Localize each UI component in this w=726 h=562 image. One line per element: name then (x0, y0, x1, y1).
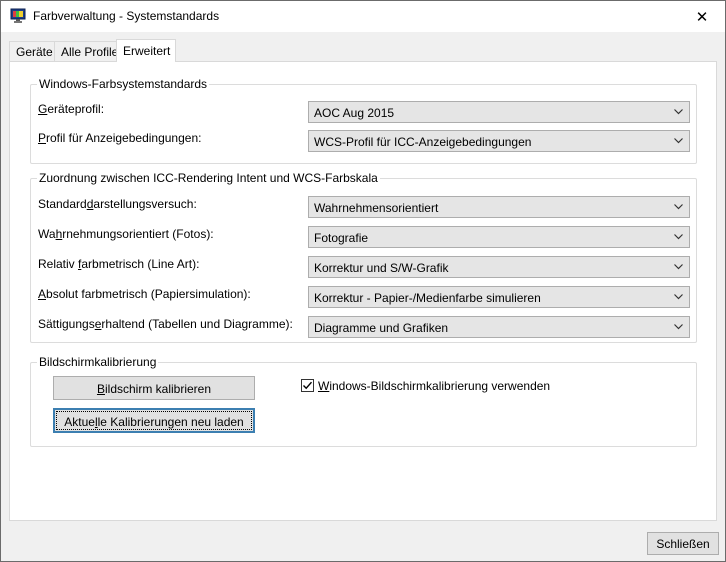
chevron-down-icon (674, 109, 683, 115)
dialog-window: Farbverwaltung - Systemstandards ✕ Gerät… (0, 0, 726, 562)
dropdown-value: WCS-Profil für ICC-Anzeigebedingungen (314, 135, 532, 149)
default-rendering-intent-dropdown[interactable]: Wahrnehmensorientiert (308, 196, 690, 218)
tab-all-profiles-label: Alle Profile (61, 45, 119, 59)
label-accelerator: W (318, 379, 330, 393)
chevron-down-icon (674, 324, 683, 330)
label-part: Sättigungs (38, 317, 95, 331)
tab-devices[interactable]: Geräte (9, 41, 55, 61)
dropdown-value: Fotografie (314, 231, 369, 245)
label-part: le Kalibrierungen neu laden (97, 415, 244, 429)
tab-all-profiles[interactable]: Alle Profile (54, 41, 119, 61)
close-icon: ✕ (695, 8, 709, 26)
use-windows-calibration-label[interactable]: Windows-Bildschirmkalibrierung verwenden (318, 379, 550, 393)
use-windows-calibration-checkbox[interactable] (301, 379, 314, 392)
label-part: arstellungsversuch: (93, 197, 197, 211)
label-part: Aktue (64, 415, 95, 429)
device-profile-dropdown[interactable]: AOC Aug 2015 (308, 101, 690, 123)
default-rendering-intent-label: Standarddarstellungsversuch: (38, 197, 197, 211)
chevron-down-icon (674, 138, 683, 144)
absolute-colorimetric-dropdown[interactable]: Korrektur - Papier-/Medienfarbe simulier… (308, 286, 690, 308)
chevron-down-icon (674, 294, 683, 300)
tab-panel-advanced: Windows-Farbsystemstandards Geräteprofil… (9, 61, 717, 521)
group-title-calibration: Bildschirmkalibrierung (37, 355, 159, 369)
tab-advanced[interactable]: Erweitert (116, 39, 176, 62)
label-part: ildschirm kalibrieren (104, 382, 212, 396)
group-rendering-intent-mapping: Zuordnung zwischen ICC-Rendering Intent … (30, 171, 697, 343)
absolute-colorimetric-label: Absolut farbmetrisch (Papiersimulation): (38, 287, 251, 301)
label-part: indows-Bildschirmkalibrierung verwenden (329, 379, 551, 393)
title-bar: Farbverwaltung - Systemstandards ✕ (1, 1, 725, 32)
chevron-down-icon (674, 264, 683, 270)
relative-colorimetric-label: Relativ farbmetrisch (Line Art): (38, 257, 199, 271)
dropdown-value: Korrektur - Papier-/Medienfarbe simulier… (314, 291, 541, 305)
saturation-intent-dropdown[interactable]: Diagramme und Grafiken (308, 316, 690, 338)
saturation-intent-label: Sättigungserhaltend (Tabellen und Diagra… (38, 317, 293, 331)
tab-advanced-label: Erweitert (123, 44, 171, 58)
label-part: Relativ (38, 257, 79, 271)
label-part: rofil für Anzeigebedingungen: (46, 131, 202, 145)
dropdown-value: Diagramme und Grafiken (314, 321, 449, 335)
label-accelerator: B (96, 382, 105, 396)
relative-colorimetric-dropdown[interactable]: Korrektur und S/W-Grafik (308, 256, 690, 278)
perceptual-intent-label: Wahrnehmungsorientiert (Fotos): (38, 227, 214, 241)
window-title: Farbverwaltung - Systemstandards (33, 9, 220, 23)
chevron-down-icon (674, 234, 683, 240)
label-accelerator: G (38, 102, 48, 116)
group-display-calibration: Bildschirmkalibrierung Bildschirm kalibr… (30, 355, 697, 447)
label-part: Wa (38, 227, 56, 241)
label-part: bsolut farbmetrisch (Papiersimulation): (46, 287, 251, 301)
tab-devices-label: Geräte (16, 45, 53, 59)
label-part: rhaltend (Tabellen und Diagramme): (101, 317, 293, 331)
chevron-down-icon (674, 204, 683, 210)
dropdown-value: Wahrnehmensorientiert (314, 201, 439, 215)
label-part: rnehmungsorientiert (Fotos): (62, 227, 214, 241)
dropdown-value: AOC Aug 2015 (314, 106, 395, 120)
viewing-conditions-label: Profil für Anzeigebedingungen: (38, 131, 201, 145)
color-management-app-icon (10, 8, 26, 24)
device-profile-label: Geräteprofil: (38, 102, 104, 116)
calibrate-display-button[interactable]: Bildschirm kalibrieren (53, 376, 255, 400)
close-dialog-label: Schließen (656, 537, 710, 551)
close-dialog-button[interactable]: Schließen (647, 532, 719, 555)
label-part: eräteprofil: (47, 102, 105, 116)
reload-calibrations-button[interactable]: Aktuelle Kalibrierungen neu laden (53, 408, 255, 433)
window-close-button[interactable]: ✕ (679, 1, 725, 32)
label-accelerator: A (38, 287, 47, 301)
label-part: Standard (38, 197, 87, 211)
checkmark-icon (303, 381, 313, 390)
label-accelerator: P (38, 131, 47, 145)
group-title-defaults: Windows-Farbsystemstandards (37, 77, 210, 91)
group-windows-color-defaults: Windows-Farbsystemstandards Geräteprofil… (30, 77, 697, 164)
group-title-mapping: Zuordnung zwischen ICC-Rendering Intent … (37, 171, 380, 185)
perceptual-intent-dropdown[interactable]: Fotografie (308, 226, 690, 248)
viewing-conditions-dropdown[interactable]: WCS-Profil für ICC-Anzeigebedingungen (308, 130, 690, 152)
dropdown-value: Korrektur und S/W-Grafik (314, 261, 449, 275)
label-part: arbmetrisch (Line Art): (81, 257, 200, 271)
